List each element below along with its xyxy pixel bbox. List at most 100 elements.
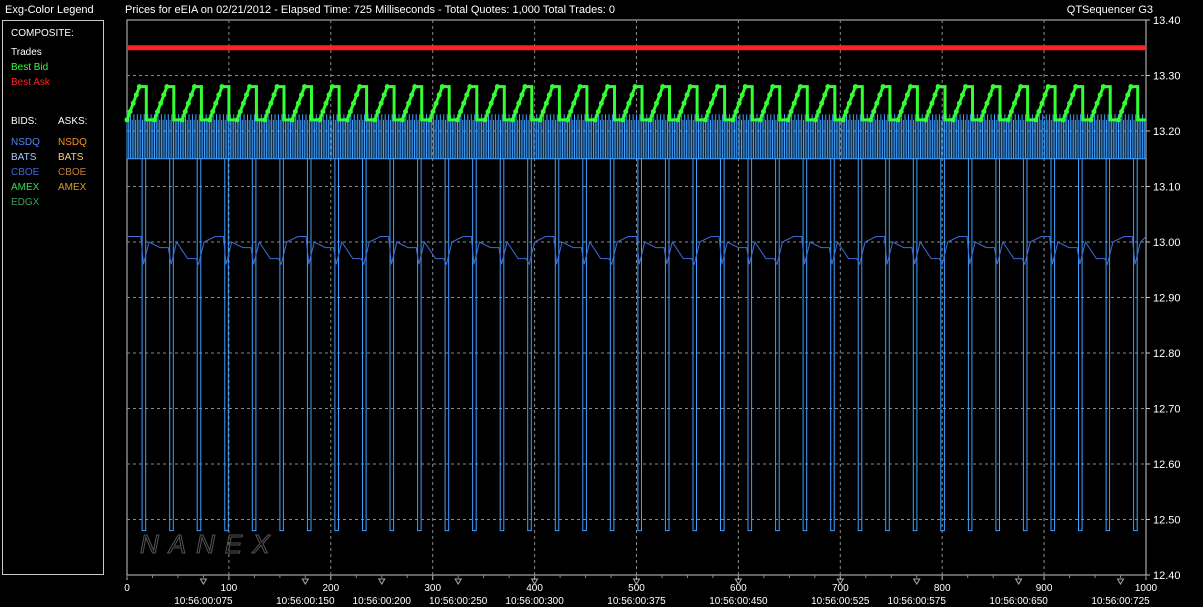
best-bid-point [323, 100, 329, 106]
best-bid-point [926, 109, 932, 115]
best-bid-point [213, 100, 219, 106]
best-bid-point [598, 100, 604, 106]
best-bid-point [929, 100, 935, 106]
best-bid-point [813, 117, 818, 123]
best-bid-point [602, 92, 607, 98]
best-bid-point [654, 100, 659, 106]
y-tick-label: 12.50 [1153, 515, 1181, 527]
best-bid-point [182, 109, 188, 115]
best-bid-point [268, 100, 274, 106]
best-bid-point [657, 92, 663, 98]
time-marker [454, 578, 463, 585]
best-bid-point [871, 109, 877, 115]
best-bid-point [399, 117, 405, 123]
y-tick-label: 12.70 [1153, 404, 1181, 416]
best-bid-point [904, 92, 910, 98]
best-bid-point [923, 117, 929, 123]
best-bid-point [271, 92, 277, 98]
best-bid-point [822, 92, 828, 98]
best-bid-point [963, 84, 969, 90]
best-bid-point [675, 117, 681, 123]
best-bid-point [161, 92, 167, 98]
best-bid-point [219, 84, 225, 90]
x-tick-label: 600 [730, 583, 747, 594]
time-label: 10:56:00:575 [888, 596, 947, 607]
best-bid-point [880, 84, 886, 90]
best-bid-point [237, 109, 243, 115]
best-bid-point [164, 84, 170, 90]
best-bid-point [488, 100, 494, 106]
best-bid-point [510, 117, 516, 123]
best-bid-point [1015, 92, 1021, 98]
best-bid-point [678, 109, 684, 115]
best-bid-point [1064, 109, 1069, 115]
best-bid-point [767, 92, 773, 98]
best-bid-point [568, 109, 574, 115]
best-bid-point [840, 117, 846, 123]
best-bid-point [513, 109, 519, 115]
y-tick-label: 13.10 [1153, 182, 1181, 194]
best-bid-point [1008, 109, 1014, 115]
best-bid-point [262, 117, 268, 123]
best-bid-point [1073, 84, 1079, 90]
best-bid-point [571, 100, 577, 106]
x-tick-label: 0 [124, 583, 130, 594]
best-bid-point [436, 92, 442, 98]
best-bid-point [705, 109, 711, 115]
x-tick-label: 700 [832, 583, 849, 594]
best-bid-point [849, 92, 855, 98]
best-bid-point [764, 100, 770, 106]
best-bid-point [592, 117, 598, 123]
time-marker [1014, 578, 1023, 585]
time-label: 10:56:00:300 [505, 596, 564, 607]
best-bid-point [1097, 92, 1103, 98]
best-bid-point [1070, 92, 1076, 98]
best-bid-point [550, 84, 555, 90]
best-bid-point [788, 109, 794, 115]
time-marker [1116, 578, 1125, 585]
time-label: 10:56:00:200 [353, 596, 412, 607]
best-bid-point [1060, 117, 1066, 123]
best-bid-point [482, 117, 488, 123]
best-bid-point [378, 100, 384, 106]
best-bid-point [1045, 84, 1051, 90]
best-bid-point [736, 100, 742, 106]
x-tick-label: 900 [1036, 583, 1053, 594]
best-bid-point [292, 109, 298, 115]
y-tick-label: 12.80 [1153, 348, 1181, 360]
y-tick-label: 13.40 [1153, 15, 1181, 27]
best-bid-point [1012, 100, 1017, 106]
best-bid-point [136, 84, 142, 90]
best-bid-point [819, 100, 825, 106]
y-tick-label: 12.40 [1153, 570, 1181, 582]
best-bid-point [852, 84, 858, 90]
time-label: 10:56:00:250 [429, 596, 488, 607]
best-bid-point [546, 92, 552, 98]
time-marker [301, 578, 310, 585]
best-bid-point [433, 100, 439, 106]
best-bid-point [412, 84, 418, 90]
best-bid-point [265, 109, 271, 115]
best-bid-point [632, 84, 638, 90]
best-bid-point [158, 100, 164, 106]
best-bid-point [124, 117, 130, 123]
best-bid-point [846, 100, 852, 106]
best-bid-point [430, 109, 436, 115]
best-bid-point [739, 92, 745, 98]
best-bid-point [981, 109, 987, 115]
best-bid-point [895, 117, 901, 123]
x-tick-label: 800 [934, 583, 951, 594]
nanex-watermark: NANEX [140, 529, 280, 559]
best-bid-point [868, 117, 874, 123]
best-bid-point [317, 117, 323, 123]
best-bid-point [244, 92, 249, 98]
best-bid-point [605, 84, 611, 90]
best-bid-point [843, 109, 849, 115]
best-bid-point [797, 84, 803, 90]
best-bid-point [234, 117, 240, 123]
best-bid-point [1018, 84, 1024, 90]
best-bid-point [715, 84, 721, 90]
best-bid-point [1036, 109, 1042, 115]
best-bid-point [660, 84, 666, 90]
best-bid-point [956, 100, 962, 106]
